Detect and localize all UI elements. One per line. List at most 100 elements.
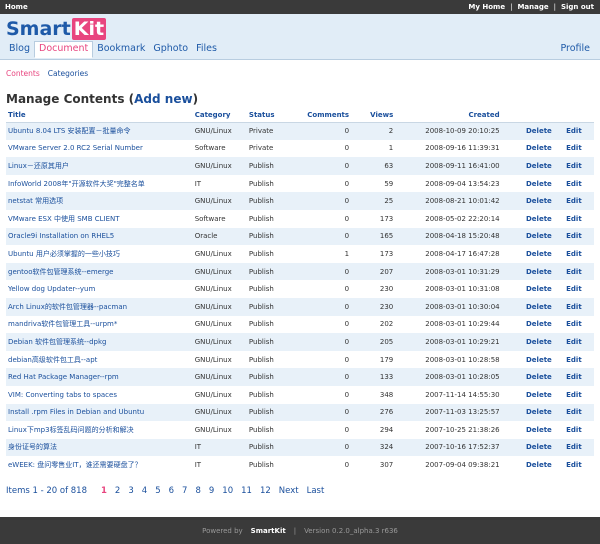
row-title-link[interactable]: eWEEK: 盘问零售业IT，谁还需要硬盘了？ [6,456,193,474]
row-edit-link[interactable]: Edit [553,421,594,439]
row-created: 2007-10-16 17:52:37 [395,438,502,457]
page-link[interactable]: 11 [241,486,252,496]
row-edit-link[interactable]: Edit [553,315,594,334]
subnav-contents[interactable]: Contents [6,69,40,78]
header-views[interactable]: Views [351,109,396,123]
header-created[interactable]: Created [395,109,502,123]
page-last[interactable]: Last [307,486,325,496]
row-delete-link[interactable]: Delete [501,174,554,193]
page-link[interactable]: 3 [128,486,133,496]
header-category[interactable]: Category [192,109,247,123]
row-delete-link[interactable]: Delete [501,227,554,246]
separator: | [510,3,513,11]
add-new-link[interactable]: Add new [134,92,192,106]
row-title-link[interactable]: VMware Server 2.0 RC2 Serial Number [6,139,193,158]
row-edit-link[interactable]: Edit [553,333,594,351]
row-delete-link[interactable]: Delete [501,403,554,422]
row-edit-link[interactable]: Edit [553,122,594,140]
row-delete-link[interactable]: Delete [501,157,554,175]
row-delete-link[interactable]: Delete [501,122,554,140]
row-delete-link[interactable]: Delete [501,280,554,298]
row-edit-link[interactable]: Edit [553,297,594,316]
row-status: Publish [246,157,306,175]
row-title-link[interactable]: Yellow dog Updater--yum [6,280,193,298]
row-edit-link[interactable]: Edit [553,174,594,193]
row-title-link[interactable]: Oracle9i Installation on RHEL5 [6,227,193,246]
row-title-link[interactable]: Debian 软件包管理系统--dpkg [6,333,193,351]
row-edit-link[interactable]: Edit [553,245,594,263]
row-edit-link[interactable]: Edit [553,280,594,298]
page-link[interactable]: 8 [195,486,200,496]
page-link[interactable]: 9 [209,486,214,496]
row-delete-link[interactable]: Delete [501,209,554,228]
page-link[interactable]: 2 [115,486,120,496]
row-edit-link[interactable]: Edit [553,385,594,404]
row-delete-link[interactable]: Delete [501,139,554,158]
page-next[interactable]: Next [279,486,299,496]
page-link[interactable]: 6 [169,486,174,496]
row-edit-link[interactable]: Edit [553,139,594,158]
row-edit-link[interactable]: Edit [553,368,594,386]
header-title[interactable]: Title [6,109,193,123]
nav-tab-bookmark[interactable]: Bookmark [93,43,149,58]
row-edit-link[interactable]: Edit [553,403,594,422]
page-link[interactable]: 5 [155,486,160,496]
row-delete-link[interactable]: Delete [501,438,554,457]
row-delete-link[interactable]: Delete [501,421,554,439]
row-title-link[interactable]: InfoWorld 2008年"开源软件大奖"完整名单 [6,174,193,193]
row-title-link[interactable]: mandriva软件包管理工具--urpm* [6,315,193,334]
row-title-link[interactable]: gentoo软件包管理系统--emerge [6,262,193,281]
row-delete-link[interactable]: Delete [501,192,554,210]
page-link[interactable]: 4 [142,486,147,496]
row-edit-link[interactable]: Edit [553,192,594,210]
row-delete-link[interactable]: Delete [501,456,554,474]
row-delete-link[interactable]: Delete [501,262,554,281]
my-home-link[interactable]: My Home [468,3,505,11]
row-edit-link[interactable]: Edit [553,262,594,281]
row-delete-link[interactable]: Delete [501,297,554,316]
sign-out-link[interactable]: Sign out [561,3,594,11]
row-title-link[interactable]: Ubuntu 8.04 LTS 安装配置－批量命令 [6,122,193,140]
home-link[interactable]: Home [5,3,28,11]
nav-tab-files[interactable]: Files [192,43,221,58]
row-comments: 1 [305,245,352,263]
header-comments[interactable]: Comments [305,109,352,123]
nav-tab-document[interactable]: Document [34,41,94,58]
site-logo[interactable]: Smart Kit [6,18,107,40]
row-title-link[interactable]: debian高级软件包工具--apt [6,350,193,369]
subnav-categories[interactable]: Categories [48,69,88,78]
profile-link[interactable]: Profile [560,43,590,54]
row-title-link[interactable]: VMware ESX 中使用 SMB CLIENT [6,209,193,228]
row-edit-link[interactable]: Edit [553,157,594,175]
nav-tab-gphoto[interactable]: Gphoto [149,43,192,58]
row-title-link[interactable]: Linux下mp3标签乱码问题的分析和解决 [6,421,193,439]
nav-tab-blog[interactable]: Blog [5,43,34,58]
row-edit-link[interactable]: Edit [553,350,594,369]
row-delete-link[interactable]: Delete [501,385,554,404]
row-title-link[interactable]: netstat 常用选项 [6,192,193,210]
page-link[interactable]: 7 [182,486,187,496]
row-edit-link[interactable]: Edit [553,456,594,474]
row-title-link[interactable]: 身份证号的算法 [6,438,193,457]
manage-link[interactable]: Manage [517,3,548,11]
row-delete-link[interactable]: Delete [501,333,554,351]
row-edit-link[interactable]: Edit [553,209,594,228]
row-delete-link[interactable]: Delete [501,368,554,386]
row-title-link[interactable]: Ubuntu 用户必须掌握的一些小技巧 [6,245,193,263]
row-title-link[interactable]: VIM: Converting tabs to spaces [6,385,193,404]
row-title-link[interactable]: Linux－还原其用户 [6,157,193,175]
row-delete-link[interactable]: Delete [501,350,554,369]
table-row: Oracle9i Installation on RHEL5 Oracle Publ… [6,227,594,246]
footer-brand-link[interactable]: SmartKit [251,527,286,535]
page-link[interactable]: 10 [222,486,233,496]
row-edit-link[interactable]: Edit [553,438,594,457]
row-delete-link[interactable]: Delete [501,315,554,334]
page-link[interactable]: 12 [260,486,271,496]
header-status[interactable]: Status [246,109,306,123]
row-delete-link[interactable]: Delete [501,245,554,263]
row-edit-link[interactable]: Edit [553,227,594,246]
row-title-link[interactable]: Arch Linux的软件包管理器--pacman [6,297,193,316]
row-category: GNU/Linux [192,403,247,422]
row-title-link[interactable]: Install .rpm Files in Debian and Ubuntu [6,403,193,422]
row-title-link[interactable]: Red Hat Package Manager--rpm [6,368,193,386]
